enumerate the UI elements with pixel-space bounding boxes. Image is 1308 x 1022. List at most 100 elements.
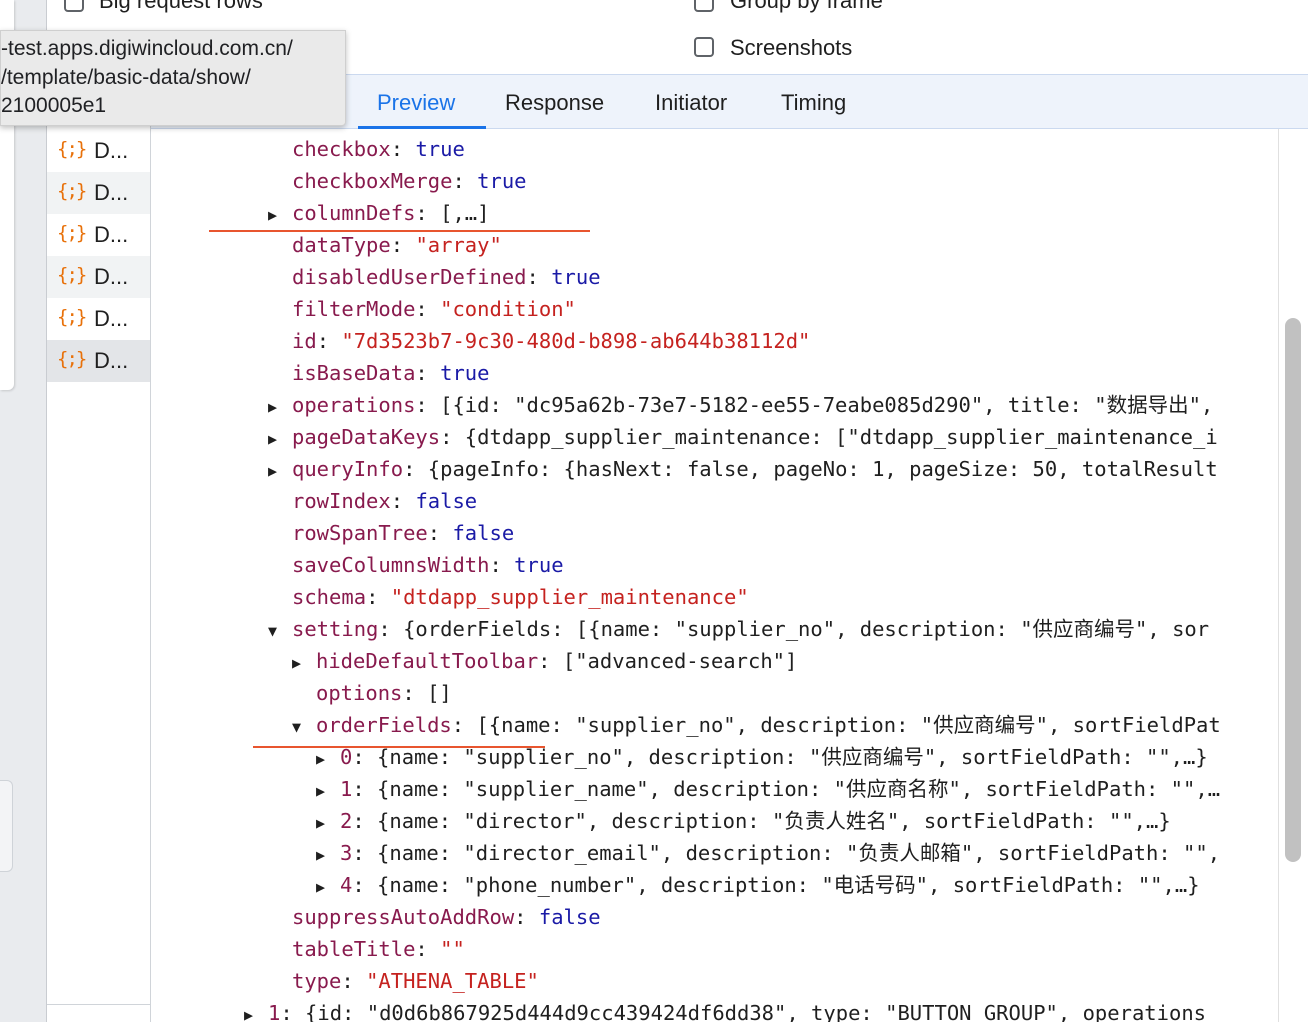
tree-value: {pageInfo: {hasNext: false, pageNo: 1, p…	[427, 457, 1218, 481]
tree-row[interactable]: ▶ columnDefs: [,…]	[268, 197, 489, 229]
json-file-icon: {;}	[57, 306, 87, 328]
tree-value: {orderFields: [{name: "supplier_no", des…	[403, 617, 1210, 641]
tree-row[interactable]: ▶ operations: [{id: "dc95a62b-73e7-5182-e…	[268, 389, 1213, 421]
tree-key: 4	[340, 873, 353, 897]
tree-row: suppressAutoAddRow: false	[292, 905, 601, 929]
tree-row[interactable]: ▶ hideDefaultToolbar: ["advanced-search"]	[292, 645, 797, 677]
tree-row: filterMode: "condition"	[292, 297, 576, 321]
tree-row: tableTitle: ""	[292, 937, 465, 961]
tree-key: pageDataKeys	[292, 425, 441, 449]
tree-row[interactable]: ▶ 4: {name: "phone_number", description: …	[316, 869, 1200, 901]
tree-key: checkbox	[292, 137, 391, 161]
request-row[interactable]: {;} D...	[47, 214, 150, 256]
expand-arrow-icon[interactable]: ▶	[316, 839, 340, 871]
tree-value: true	[440, 361, 490, 385]
tree-row: saveColumnsWidth: true	[292, 553, 564, 577]
screenshots-checkbox[interactable]	[694, 37, 714, 57]
expand-arrow-icon[interactable]: ▶	[316, 807, 340, 839]
tree-value: true	[415, 137, 465, 161]
tree-key: id	[292, 329, 317, 353]
json-file-icon: {;}	[57, 222, 87, 244]
tree-key: filterMode	[292, 297, 416, 321]
tree-row[interactable]: ▶ 2: {name: "director", description: "负责人…	[316, 805, 1171, 837]
tab-initiator[interactable]: Initiator	[655, 75, 727, 129]
tree-value: "condition"	[440, 297, 576, 321]
tree-value: {name: "supplier_name", description: "供应…	[377, 777, 1221, 801]
tree-value: [{id: "dc95a62b-73e7-5182-ee55-7eabe085d…	[440, 393, 1214, 417]
tree-key: hideDefaultToolbar	[316, 649, 539, 673]
tree-key: setting	[292, 617, 379, 641]
tree-key: rowIndex	[292, 489, 391, 513]
group-by-frame-label: Group by frame	[730, 0, 883, 13]
collapse-arrow-icon[interactable]: ▼	[268, 615, 292, 647]
tree-value: [{name: "supplier_no", description: "供应商…	[476, 713, 1221, 737]
tree-row[interactable]: ▶ 1: {name: "supplier_name", description:…	[316, 773, 1220, 805]
tree-row: rowSpanTree: false	[292, 521, 515, 545]
request-name: D...	[94, 180, 129, 205]
tree-row[interactable]: ▶ pageDataKeys: {dtdapp_supplier_maintena…	[268, 421, 1218, 453]
tree-value: true	[514, 553, 564, 577]
tree-row: dataType: "array"	[292, 233, 502, 257]
tree-key: columnDefs	[292, 201, 416, 225]
tab-timing[interactable]: Timing	[781, 75, 846, 129]
request-name: D...	[94, 306, 129, 331]
left-panel-handle[interactable]	[0, 780, 13, 872]
request-row[interactable]: {;} D...	[47, 298, 150, 340]
json-file-icon: {;}	[57, 348, 87, 370]
tree-value: {name: "supplier_no", description: "供应商编…	[377, 745, 1208, 769]
tree-value: [,…]	[440, 201, 490, 225]
expand-arrow-icon[interactable]: ▶	[292, 647, 316, 679]
group-by-frame-checkbox[interactable]	[694, 0, 714, 12]
collapse-arrow-icon[interactable]: ▼	[292, 711, 316, 743]
tree-key: 1	[268, 1001, 281, 1022]
request-row[interactable]: {;} D...	[47, 172, 150, 214]
request-name: D...	[94, 138, 129, 163]
tree-value: "7d3523b7-9c30-480d-b898-ab644b38112d"	[341, 329, 811, 353]
tooltip-line: -test.apps.digiwincloud.com.cn/	[1, 37, 293, 60]
annotation-underline	[209, 230, 590, 232]
tree-value: {id: "d0d6b867925d444d9cc439424df6dd38",…	[305, 1001, 1207, 1022]
tree-value: "dtdapp_supplier_maintenance"	[390, 585, 749, 609]
tree-row[interactable]: ▼ orderFields: [{name: "supplier_no", des…	[292, 709, 1221, 741]
tree-value: true	[551, 265, 601, 289]
tree-row: isBaseData: true	[292, 361, 490, 385]
request-row[interactable]: {;} D...	[47, 130, 150, 172]
expand-arrow-icon[interactable]: ▶	[244, 999, 268, 1022]
tree-row[interactable]: ▶ queryInfo: {pageInfo: {hasNext: false, …	[268, 453, 1218, 485]
big-request-rows-checkbox[interactable]	[64, 0, 84, 12]
tab-preview[interactable]: Preview	[377, 75, 455, 129]
tree-value: []	[427, 681, 452, 705]
tree-key: operations	[292, 393, 416, 417]
preview-scrollbar-thumb[interactable]	[1285, 318, 1301, 862]
tree-row[interactable]: ▶ 3: {name: "director_email", description…	[316, 837, 1220, 869]
request-list: {;} D... {;} D... {;} D... {;} D... {;} …	[47, 74, 151, 1022]
request-name: D...	[94, 222, 129, 247]
tree-row: id: "7d3523b7-9c30-480d-b898-ab644b38112…	[292, 329, 811, 353]
tree-value: false	[415, 489, 478, 513]
tooltip-line: /template/basic-data/show/	[1, 66, 251, 89]
expand-arrow-icon[interactable]: ▶	[268, 199, 292, 231]
tree-key: 2	[340, 809, 353, 833]
tree-key: orderFields	[316, 713, 452, 737]
expand-arrow-icon[interactable]: ▶	[316, 775, 340, 807]
tree-value: {name: "director_email", description: "负…	[377, 841, 1221, 865]
tooltip-line: 2100005e1	[1, 94, 107, 117]
expand-arrow-icon[interactable]: ▶	[316, 871, 340, 903]
tree-row[interactable]: ▶ 1: {id: "d0d6b867925d444d9cc439424df6dd…	[244, 997, 1206, 1022]
expand-arrow-icon[interactable]: ▶	[268, 391, 292, 423]
tree-value: {name: "director", description: "负责人姓名",…	[377, 809, 1171, 833]
expand-arrow-icon[interactable]: ▶	[268, 455, 292, 487]
tree-key: 3	[340, 841, 353, 865]
expand-arrow-icon[interactable]: ▶	[268, 423, 292, 455]
tree-key: queryInfo	[292, 457, 404, 481]
tree-value: {dtdapp_supplier_maintenance: ["dtdapp_s…	[464, 425, 1218, 449]
tree-row: checkbox: true	[292, 137, 465, 161]
request-row-selected[interactable]: {;} D...	[47, 340, 150, 382]
tree-row[interactable]: ▼ setting: {orderFields: [{name: "supplie…	[268, 613, 1209, 645]
tree-value: ["advanced-search"]	[562, 649, 798, 673]
tree-value: false	[538, 905, 601, 929]
tab-response[interactable]: Response	[505, 75, 604, 129]
tree-row: disabledUserDefined: true	[292, 265, 601, 289]
tree-key: type	[292, 969, 342, 993]
request-row[interactable]: {;} D...	[47, 256, 150, 298]
